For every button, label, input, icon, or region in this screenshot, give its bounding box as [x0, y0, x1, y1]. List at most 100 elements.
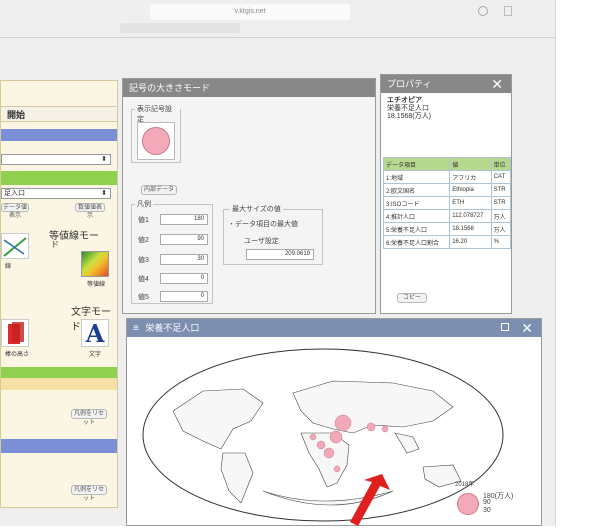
line-caption: 線	[5, 264, 12, 270]
column-header: 値	[449, 157, 492, 171]
user-setting-option[interactable]: ユーザ設定	[244, 236, 279, 246]
maximize-icon[interactable]	[501, 323, 509, 331]
feature-variable: 栄養不足人口	[387, 105, 429, 112]
table-cell: 4:推計人口	[382, 209, 451, 223]
select-arrow-icon: ⬍	[101, 190, 107, 197]
left-panel: 開始 ⬍ 足入口 ⬍ データ値表示 数値値表示 等値線モー ド 線 等値線 文字…	[0, 80, 118, 508]
table-cell: 3:ISOコード	[382, 196, 451, 210]
properties-titlebar: プロパティ ✕	[381, 75, 511, 93]
select-arrow-icon: ⬍	[101, 156, 107, 163]
legend-year: 2018年	[455, 482, 475, 488]
table-row: 3:ISOコード ETH STR	[382, 196, 512, 210]
copy-button[interactable]: コピー	[397, 293, 427, 303]
legend-value-field[interactable]: 0	[160, 273, 208, 284]
table-row: 5:栄養不足人口 18.1568 万人	[382, 222, 512, 236]
browser-toolbar: v.ktgis.net	[0, 0, 555, 38]
column-header: 単位	[490, 157, 512, 171]
address-bar[interactable]: v.ktgis.net	[150, 4, 350, 20]
variable-select-value: 足入口	[4, 190, 25, 197]
legend-value-field[interactable]: 0	[160, 291, 208, 302]
reload-icon[interactable]	[478, 6, 488, 16]
table-cell: 5:栄養不足人口	[382, 222, 451, 236]
inner-data-button[interactable]: 内部データ	[141, 185, 177, 195]
legend-row-label: 値1	[138, 217, 149, 224]
max-size-group: 最大サイズの値 ・データ項目の最大値 ユーザ設定 209.0619	[223, 204, 323, 265]
feature-value: 18.1568(万人)	[387, 113, 431, 120]
variable-select[interactable]: 足入口 ⬍	[1, 188, 111, 199]
table-cell: 万人	[490, 209, 512, 223]
symbol-size-panel: 記号の大きさモード 表示記号設定 内部データ 凡例 値1 180 値2 90 値…	[122, 78, 376, 314]
table-cell: %	[490, 235, 512, 249]
text-mode-icon[interactable]: A	[81, 319, 109, 348]
data-max-option[interactable]: ・データ項目の最大値	[228, 219, 298, 229]
table-row: 1:地域 アフリカ CAT	[382, 170, 512, 184]
table-cell: アフリカ	[449, 170, 492, 184]
display-symbol-label: 表示記号設定	[135, 104, 180, 124]
share-icon[interactable]	[504, 6, 512, 16]
legend-row-label: 値2	[138, 237, 149, 244]
legend-circle-large	[457, 493, 479, 515]
table-cell: Ethiopia	[449, 183, 492, 197]
table-cell: ETH	[449, 196, 492, 210]
blue-bar-2	[1, 439, 117, 453]
orange-bar	[1, 378, 117, 390]
legend-row-label: 値5	[138, 294, 149, 301]
table-cell: 6:栄養不足人口割合	[382, 235, 451, 249]
table-row: 4:推計人口 112.078727 万人	[382, 209, 512, 223]
map-titlebar: ≡ 栄養不足人口 ✕	[127, 319, 541, 337]
reset-legend-button[interactable]: 凡例をリセット	[71, 409, 107, 426]
properties-title: プロパティ	[387, 79, 432, 89]
table-cell: 18.1568	[449, 222, 492, 236]
start-label: 開始	[7, 110, 26, 120]
table-cell: CAT	[490, 170, 512, 184]
data-display-button[interactable]: データ値表示	[1, 203, 29, 219]
reset-legend-button-2[interactable]: 凡例をリセット	[71, 485, 107, 502]
legend-value-field[interactable]: 30	[160, 254, 208, 265]
value-display-button[interactable]: 数値値表示	[75, 203, 105, 219]
map-title: 栄養不足人口	[145, 323, 200, 333]
close-icon[interactable]: ✕	[521, 319, 533, 337]
start-header: 開始	[1, 106, 117, 122]
green-bar	[1, 171, 117, 185]
layer-select[interactable]: ⬍	[1, 154, 111, 165]
table-cell: 1:地域	[382, 170, 451, 184]
contour-mode-icon[interactable]	[81, 251, 109, 277]
legend-row-label: 値4	[138, 276, 149, 283]
blue-bar	[1, 129, 117, 141]
bar-height-icon[interactable]	[1, 319, 29, 347]
properties-panel: プロパティ ✕ エチオピア 栄養不足人口 18.1568(万人) データ項目 値…	[380, 74, 512, 314]
circle-symbol-icon	[142, 127, 170, 155]
map-window: ≡ 栄養不足人口 ✕ 2018年 180(万人) 90 30	[126, 318, 542, 526]
page-edge	[555, 0, 556, 526]
legend-value-field[interactable]: 90	[160, 234, 208, 245]
contour-mode-label-2: ド	[51, 240, 59, 249]
column-header: データ項目	[382, 157, 451, 171]
display-symbol-group: 表示記号設定	[131, 104, 181, 163]
tab-strip	[120, 23, 240, 33]
menu-icon[interactable]: ≡	[133, 323, 139, 334]
green-bar-2	[1, 367, 117, 378]
legend-row-label: 値3	[138, 257, 149, 264]
properties-table: データ項目 値 単位 1:地域 アフリカ CAT 2:欧文国名 Ethiopia…	[382, 157, 512, 249]
legend-value: 90	[483, 499, 491, 506]
symbol-panel-title: 記号の大きさモード	[129, 83, 211, 93]
properties-heading: エチオピア 栄養不足人口 18.1568(万人)	[387, 97, 431, 121]
table-cell: 万人	[490, 222, 512, 236]
table-cell: STR	[490, 183, 512, 197]
map-legend: 2018年 180(万人) 90 30	[449, 479, 539, 523]
table-header-row: データ項目 値 単位	[382, 157, 512, 171]
contour-caption: 等値線	[87, 282, 106, 288]
text-caption: 文字	[89, 352, 102, 358]
max-size-label: 最大サイズの値	[230, 204, 283, 214]
line-mode-icon[interactable]	[1, 233, 29, 259]
bar-caption: 棒の高さ	[5, 352, 30, 358]
symbol-panel-titlebar: 記号の大きさモード	[123, 79, 375, 97]
data-max-option-label: データ項目の最大値	[235, 221, 298, 228]
symbol-preview[interactable]	[137, 122, 175, 160]
table-cell: 2:欧文国名	[382, 183, 451, 197]
close-icon[interactable]: ✕	[491, 75, 503, 93]
user-value-field[interactable]: 209.0619	[246, 249, 314, 260]
table-cell: 16.20	[449, 235, 492, 249]
table-row: 2:欧文国名 Ethiopia STR	[382, 183, 512, 197]
legend-value-field[interactable]: 180	[160, 214, 208, 225]
